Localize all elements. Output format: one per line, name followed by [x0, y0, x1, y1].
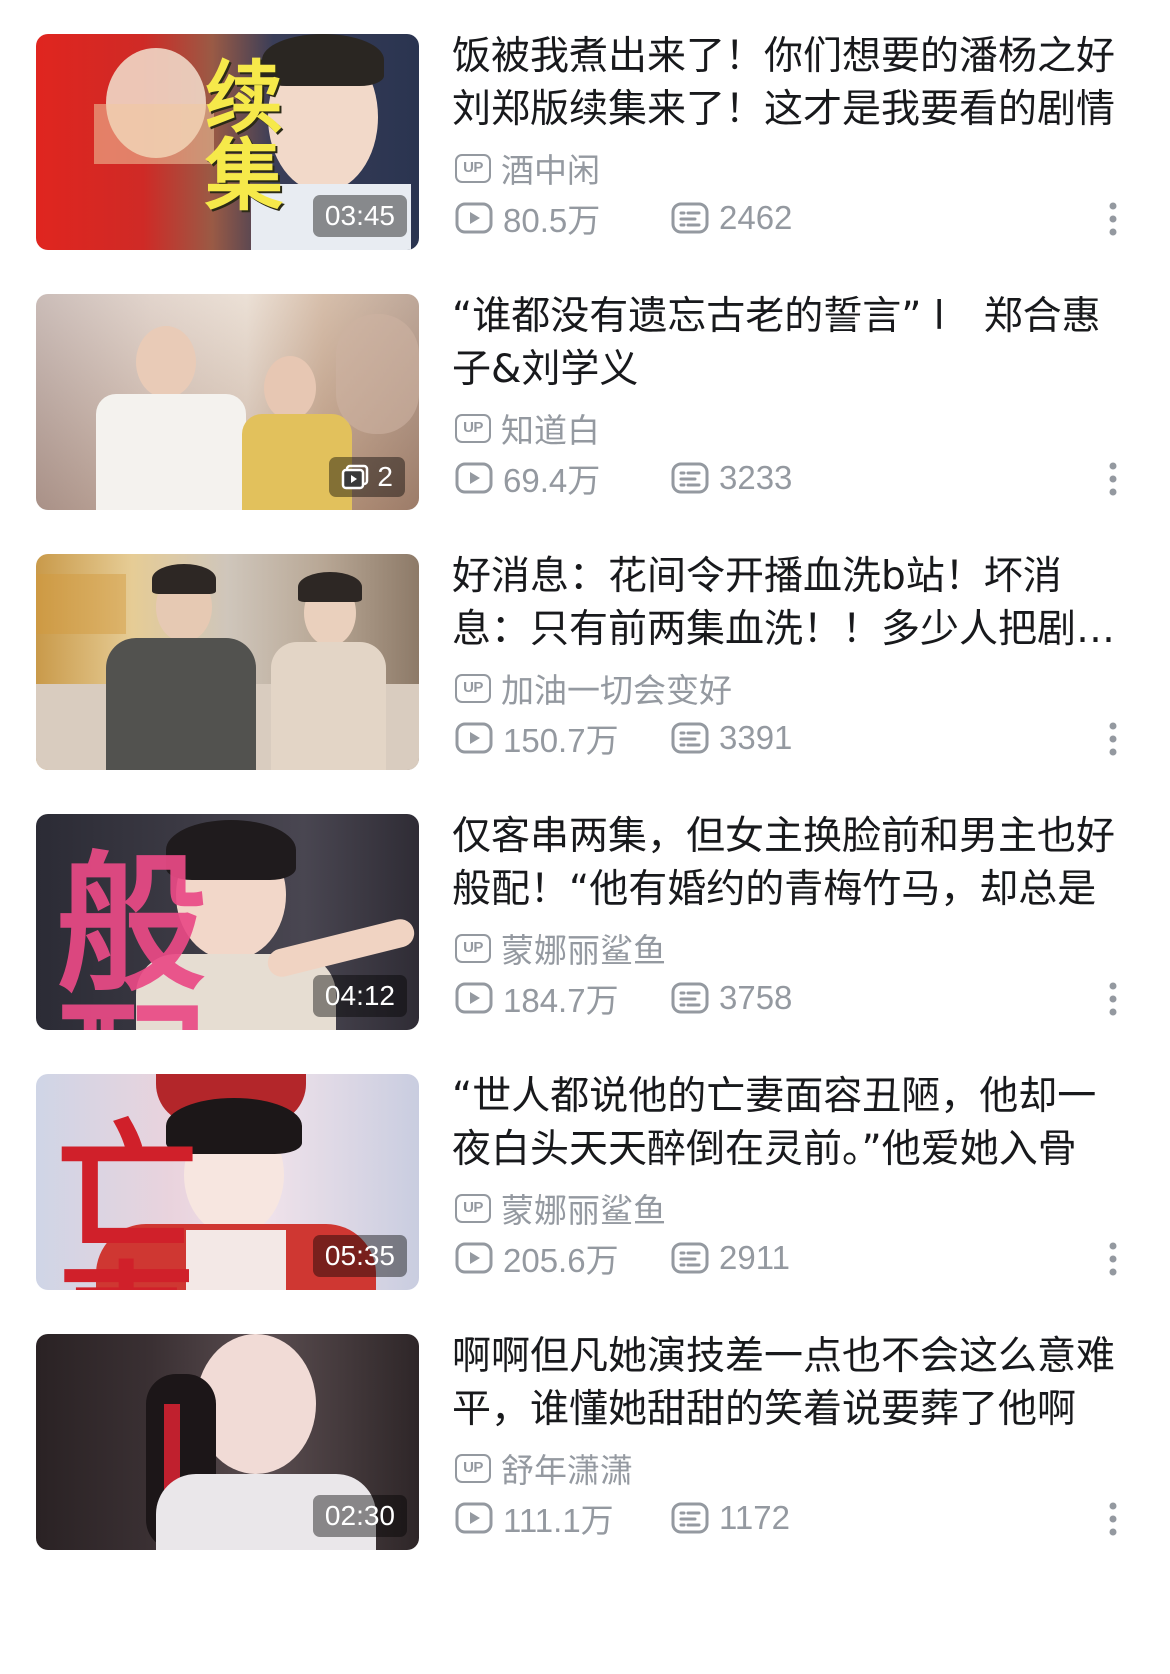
view-count-value: 150.7万: [503, 722, 619, 759]
video-stats: 111.1万 1172: [455, 1497, 790, 1539]
view-count: 80.5万: [455, 194, 671, 242]
uploader-name: 酒中闲: [501, 151, 600, 190]
danmaku-count-value: 3233: [719, 459, 793, 496]
uploader-name: 蒙娜丽鲨鱼: [501, 931, 666, 970]
video-thumbnail[interactable]: [36, 554, 419, 770]
video-stats: 184.7万 3758: [455, 977, 792, 1019]
play-count-icon: [455, 1242, 493, 1274]
danmaku-icon: [671, 982, 709, 1014]
danmaku-icon: [671, 462, 709, 494]
video-card[interactable]: 02:30 啊啊但凡她演技差一点也不会这么意难平，谁懂她甜甜的笑着说要葬了他啊 …: [0, 1334, 1170, 1550]
more-vertical-icon[interactable]: [1098, 199, 1128, 239]
video-stats: 80.5万 2462: [455, 197, 792, 239]
more-vertical-icon[interactable]: [1098, 1499, 1128, 1539]
danmaku-count-value: 3758: [719, 979, 793, 1016]
video-title[interactable]: “谁都没有遗忘古老的誓言” l 郑合惠子&刘学义: [452, 290, 1122, 396]
uploader[interactable]: UP 知道白: [455, 408, 600, 450]
video-thumbnail[interactable]: 续集 03:45: [36, 34, 419, 250]
uploader-name: 舒年潇潇: [501, 1451, 633, 1490]
thumbnail-caption: 续集: [192, 56, 283, 212]
danmaku-count: 1172: [671, 1499, 790, 1537]
video-stats: 205.6万 2911: [455, 1237, 790, 1279]
up-icon: UP: [455, 153, 491, 183]
danmaku-count: 3233: [671, 459, 792, 497]
danmaku-icon: [671, 722, 709, 754]
uploader[interactable]: UP 蒙娜丽鲨鱼: [455, 928, 666, 970]
video-card[interactable]: 般配 04:12 仅客串两集，但女主换脸前和男主也好般配！“他有婚约的青梅竹马，…: [0, 814, 1170, 1030]
up-icon: UP: [455, 1193, 491, 1223]
more-vertical-icon[interactable]: [1098, 1239, 1128, 1279]
video-thumbnail[interactable]: 般配 04:12: [36, 814, 419, 1030]
view-count: 184.7万: [455, 974, 671, 1022]
uploader[interactable]: UP 舒年潇潇: [455, 1448, 633, 1490]
danmaku-count-value: 2462: [719, 199, 793, 236]
danmaku-count: 3758: [671, 979, 792, 1017]
video-card[interactable]: 亡妻 05:35 “世人都说他的亡妻面容丑陋，他却一夜白头天天醉倒在灵前。”他爱…: [0, 1074, 1170, 1290]
video-stats: 150.7万 3391: [455, 717, 792, 759]
uploader[interactable]: UP 蒙娜丽鲨鱼: [455, 1188, 666, 1230]
multi-part-badge: 2: [329, 457, 405, 497]
play-count-icon: [455, 982, 493, 1014]
video-title[interactable]: 仅客串两集，但女主换脸前和男主也好般配！“他有婚约的青梅竹马，却总是: [452, 810, 1122, 916]
part-count: 2: [377, 461, 393, 492]
play-count-icon: [455, 462, 493, 494]
uploader-name: 蒙娜丽鲨鱼: [501, 1191, 666, 1230]
view-count: 69.4万: [455, 454, 671, 502]
danmaku-count-value: 3391: [719, 719, 793, 756]
up-icon: UP: [455, 413, 491, 443]
video-title[interactable]: 好消息：花间令开播血洗b站！坏消息：只有前两集血洗！！多少人把剧看完了: [452, 550, 1122, 656]
video-title[interactable]: “世人都说他的亡妻面容丑陋，他却一夜白头天天醉倒在灵前。”他爱她入骨: [452, 1070, 1122, 1176]
danmaku-count-value: 2911: [719, 1239, 790, 1276]
video-card[interactable]: 2 “谁都没有遗忘古老的誓言” l 郑合惠子&刘学义 UP 知道白 69.4万 …: [0, 294, 1170, 510]
play-count-icon: [455, 722, 493, 754]
up-icon: UP: [455, 933, 491, 963]
video-thumbnail[interactable]: 2: [36, 294, 419, 510]
duration-badge: 05:35: [312, 1235, 407, 1277]
view-count-value: 205.6万: [503, 1242, 619, 1279]
video-stats: 69.4万 3233: [455, 457, 792, 499]
video-card[interactable]: 续集 03:45 饭被我煮出来了！你们想要的潘杨之好刘郑版续集来了！这才是我要看…: [0, 34, 1170, 250]
uploader[interactable]: UP 酒中闲: [455, 148, 600, 190]
video-card[interactable]: 好消息：花间令开播血洗b站！坏消息：只有前两集血洗！！多少人把剧看完了 UP 加…: [0, 554, 1170, 770]
danmaku-icon: [671, 1242, 709, 1274]
up-icon: UP: [455, 673, 491, 703]
view-count: 150.7万: [455, 714, 671, 762]
view-count-value: 80.5万: [503, 202, 601, 239]
up-icon: UP: [455, 1453, 491, 1483]
uploader[interactable]: UP 加油一切会变好: [455, 668, 732, 710]
view-count: 205.6万: [455, 1234, 671, 1282]
danmaku-icon: [671, 1502, 709, 1534]
duration-badge: 03:45: [312, 195, 407, 237]
multi-part-icon: [342, 464, 369, 490]
duration-badge: 02:30: [312, 1495, 407, 1537]
more-vertical-icon[interactable]: [1098, 459, 1128, 499]
duration-badge: 04:12: [312, 975, 407, 1017]
uploader-name: 知道白: [501, 411, 600, 450]
video-thumbnail[interactable]: 02:30: [36, 1334, 419, 1550]
danmaku-count: 2911: [671, 1239, 790, 1277]
danmaku-icon: [671, 202, 709, 234]
view-count-value: 69.4万: [503, 462, 601, 499]
video-title[interactable]: 饭被我煮出来了！你们想要的潘杨之好刘郑版续集来了！这才是我要看的剧情: [452, 30, 1122, 136]
danmaku-count-value: 1172: [719, 1499, 790, 1536]
danmaku-count: 3391: [671, 719, 792, 757]
video-title[interactable]: 啊啊但凡她演技差一点也不会这么意难平，谁懂她甜甜的笑着说要葬了他啊: [452, 1330, 1122, 1436]
thumbnail-image: [36, 554, 419, 770]
more-vertical-icon[interactable]: [1098, 979, 1128, 1019]
video-thumbnail[interactable]: 亡妻 05:35: [36, 1074, 419, 1290]
play-count-icon: [455, 202, 493, 234]
view-count-value: 184.7万: [503, 982, 619, 1019]
view-count: 111.1万: [455, 1494, 671, 1542]
more-vertical-icon[interactable]: [1098, 719, 1128, 759]
uploader-name: 加油一切会变好: [501, 671, 732, 710]
view-count-value: 111.1万: [503, 1502, 614, 1539]
play-count-icon: [455, 1502, 493, 1534]
danmaku-count: 2462: [671, 199, 792, 237]
